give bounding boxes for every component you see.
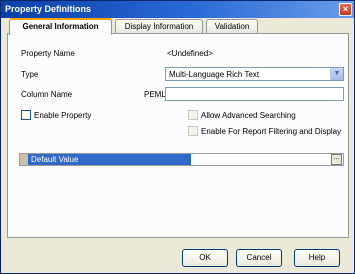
close-icon[interactable]: × — [339, 3, 352, 16]
chevron-down-icon[interactable]: ▼ — [330, 68, 343, 80]
help-button[interactable]: Help — [294, 249, 340, 267]
property-name-label: Property Name — [21, 49, 75, 58]
tab-strip: General Information Display Information … — [7, 18, 347, 35]
cancel-button[interactable]: Cancel — [236, 249, 282, 267]
window-title: Property Definitions — [5, 4, 92, 14]
column-name-field[interactable] — [165, 87, 344, 101]
tab-display-information[interactable]: Display Information — [115, 19, 203, 34]
enable-report-filtering-checkbox[interactable] — [188, 126, 198, 136]
type-label: Type — [21, 70, 39, 79]
default-value-row[interactable]: Default Value ... — [19, 153, 344, 166]
enable-property-checkbox[interactable] — [21, 110, 31, 120]
title-bar[interactable]: Property Definitions × — [1, 1, 354, 18]
type-dropdown-value: Multi-Language Rich Text — [169, 70, 260, 79]
enable-report-filtering-label: Enable For Report Filtering and Display — [201, 127, 342, 136]
column-name-label: Column Name — [21, 90, 73, 99]
allow-advanced-searching-label: Allow Advanced Searching — [201, 111, 296, 120]
tab-validation[interactable]: Validation — [206, 19, 258, 34]
property-name-value: <Undefined> — [167, 49, 213, 58]
type-dropdown[interactable]: Multi-Language Rich Text ▼ — [165, 67, 344, 81]
row-handle — [20, 154, 28, 165]
ellipsis-button[interactable]: ... — [331, 154, 342, 165]
column-prefix: PEML — [144, 90, 166, 99]
ok-button[interactable]: OK — [182, 249, 228, 267]
allow-advanced-searching-checkbox[interactable] — [188, 110, 198, 120]
tab-general-information[interactable]: General Information — [9, 18, 112, 35]
property-definitions-dialog: Property Definitions × General Informati… — [0, 0, 355, 274]
default-value-label: Default Value — [28, 154, 191, 165]
enable-property-label: Enable Property — [34, 111, 92, 120]
